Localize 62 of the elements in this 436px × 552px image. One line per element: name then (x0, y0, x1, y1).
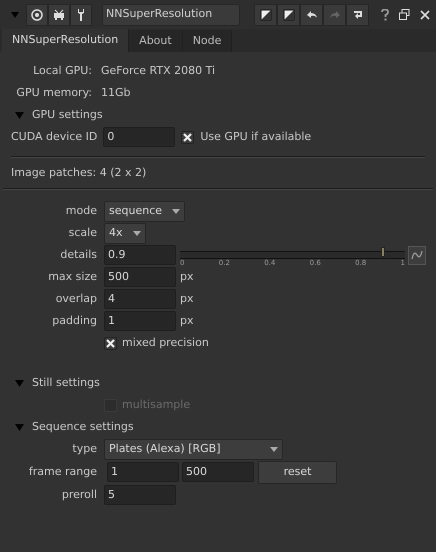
field-label: max size (48, 268, 97, 285)
slider-thumb[interactable] (380, 247, 384, 257)
curve-button[interactable] (408, 246, 426, 264)
checkbox-label: Use GPU if available (200, 128, 312, 145)
tab[interactable]: About (129, 30, 183, 52)
caret-icon (132, 230, 141, 236)
float-window-icon[interactable] (399, 9, 410, 20)
field-label: preroll (62, 486, 97, 503)
help-icon[interactable] (381, 8, 389, 20)
checkbox[interactable] (181, 130, 194, 144)
unit-label: px (180, 312, 194, 329)
checkbox[interactable] (104, 336, 117, 350)
checkbox-label: multisample (122, 396, 190, 413)
field-label: type (72, 440, 97, 457)
field-label: CUDA device ID (11, 128, 98, 145)
dropdown[interactable]: 4x (104, 222, 146, 244)
number-field[interactable]: 1 (104, 311, 176, 331)
field-label: frame range (28, 464, 97, 480)
section-title: Still settings (32, 374, 100, 391)
field-label: padding (52, 312, 97, 329)
tab[interactable]: NNSuperResolution (2, 29, 130, 52)
tab[interactable]: Node (182, 30, 232, 52)
revert-button[interactable] (346, 4, 369, 26)
curve-icon (411, 250, 423, 260)
number-field[interactable]: 4 (104, 289, 176, 309)
section-title: GPU settings (32, 106, 103, 123)
target-button[interactable] (26, 4, 48, 26)
dropdown[interactable]: sequence (104, 200, 186, 222)
range-end-field[interactable]: 500 (182, 462, 254, 482)
node-name-field[interactable]: NNSuperResolution (102, 4, 240, 26)
info-label: GPU memory: (16, 84, 92, 101)
target-icon (30, 8, 44, 22)
field-label: mode (66, 202, 97, 219)
field-label: details (60, 246, 97, 263)
checkbox-label: mixed precision (122, 334, 209, 351)
undo-button[interactable] (300, 4, 323, 26)
viewer-button[interactable] (48, 4, 70, 26)
unit-label: px (180, 268, 194, 285)
diag-button[interactable] (254, 4, 277, 26)
range-start-field[interactable]: 1 (107, 462, 179, 482)
value-field[interactable]: 0.9 (104, 245, 176, 265)
caret-icon (172, 208, 180, 214)
unit-label: px (180, 290, 194, 307)
field-label: scale (68, 224, 97, 241)
diagonal-square-icon (258, 8, 272, 22)
viewer-icon (52, 8, 66, 22)
diag-button[interactable] (277, 4, 300, 26)
image-patches-text: Image patches: 4 (2 x 2) (11, 164, 146, 181)
wrench-button[interactable] (70, 4, 92, 26)
info-value: GeForce RTX 2080 Ti (101, 62, 216, 79)
diagonal-square-icon (282, 8, 296, 22)
dropdown[interactable]: Plates (Alexa) [RGB] (104, 438, 283, 460)
info-label: Local GPU: (33, 62, 92, 79)
field-label: overlap (56, 290, 97, 307)
info-value: 11Gb (101, 84, 131, 101)
number-field[interactable]: 500 (104, 267, 176, 287)
close-icon[interactable] (420, 10, 430, 20)
reset-button[interactable]: reset (258, 460, 337, 484)
caret-icon (270, 446, 278, 452)
number-field[interactable]: 5 (104, 485, 176, 505)
section-title: Sequence settings (32, 418, 134, 435)
device-id-field[interactable]: 0 (103, 127, 176, 147)
